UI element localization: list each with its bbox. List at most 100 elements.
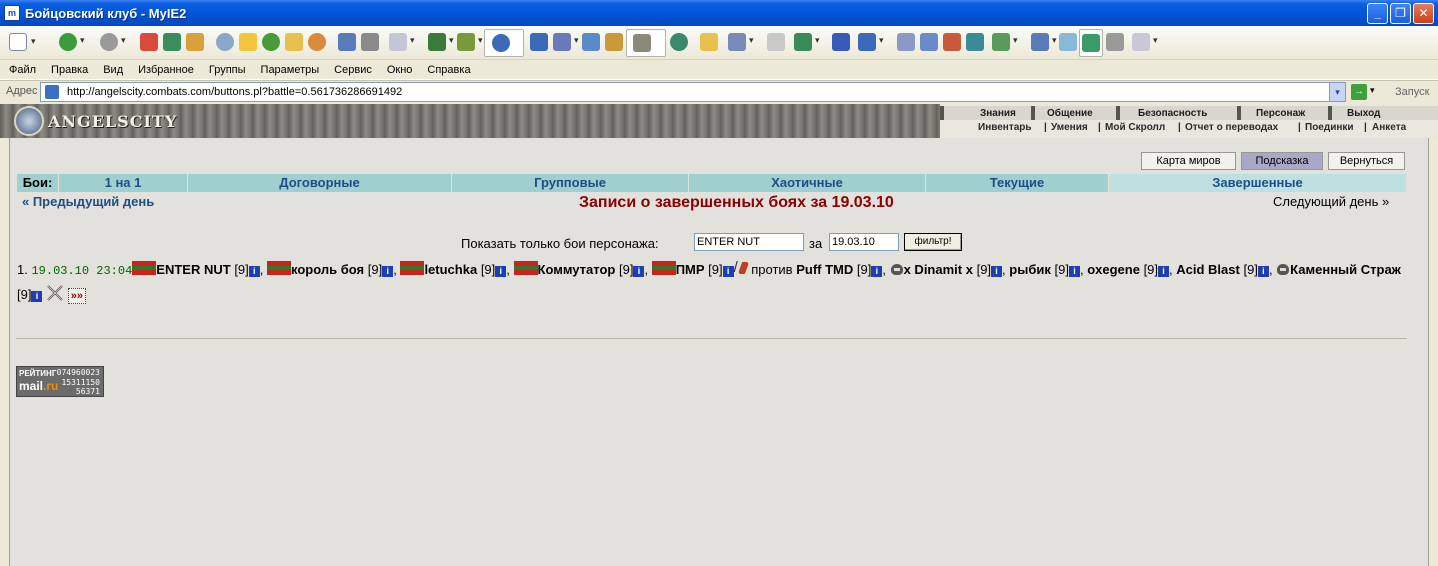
info-icon[interactable]: i: [1257, 266, 1269, 277]
info-icon[interactable]: i: [1068, 266, 1080, 277]
tab-chaotic[interactable]: Хаотичные: [689, 174, 926, 192]
player-name[interactable]: letuchka: [424, 262, 477, 277]
close-tab-icon[interactable]: [767, 33, 785, 51]
stop-icon[interactable]: [140, 33, 158, 51]
info-icon[interactable]: i: [382, 266, 394, 277]
menu-tools[interactable]: Сервис: [334, 64, 372, 76]
plugin-icon[interactable]: [457, 33, 483, 51]
go-button[interactable]: Запуск: [1395, 86, 1429, 98]
nav-character[interactable]: Персонаж: [1256, 108, 1305, 119]
address-url[interactable]: http://angelscity.combats.com/buttons.pl…: [67, 86, 402, 98]
next-day-link[interactable]: Следующий день »: [1273, 194, 1389, 209]
nav-my-scroll[interactable]: Мой Скролл: [1105, 122, 1165, 133]
new-page-icon[interactable]: [9, 33, 36, 51]
menu-window[interactable]: Окно: [387, 64, 413, 76]
go-dropdown-icon[interactable]: ▾: [1370, 85, 1375, 96]
restore-icon[interactable]: [966, 33, 984, 51]
clan-flag-icon[interactable]: [400, 261, 425, 275]
date-input[interactable]: [829, 233, 899, 251]
clan-flag-icon[interactable]: [651, 261, 676, 275]
info-icon[interactable]: i: [1158, 266, 1170, 277]
nav-inventory[interactable]: Инвентарь: [978, 122, 1032, 133]
nav-communication[interactable]: Общение: [1047, 108, 1093, 119]
player-name[interactable]: король боя: [291, 262, 364, 277]
minimize-button[interactable]: _: [1367, 3, 1388, 24]
nav-transfer-report[interactable]: Отчет о переводах: [1185, 122, 1278, 133]
image-icon[interactable]: [992, 33, 1018, 51]
delete-icon[interactable]: [943, 33, 961, 51]
info-icon[interactable]: i: [495, 266, 507, 277]
refresh-icon[interactable]: [163, 33, 181, 51]
player-name[interactable]: Коммутатор: [538, 262, 616, 277]
info-icon[interactable]: i: [722, 266, 734, 277]
zoom-icon[interactable]: [1059, 33, 1077, 51]
rating-counter[interactable]: РЕЙТИНГ mail.ru 074960023 15311150 56371: [16, 366, 104, 397]
save-icon[interactable]: [832, 33, 850, 51]
block-icon[interactable]: [633, 34, 651, 52]
player-name[interactable]: x Dinamit x: [904, 262, 973, 277]
battle-log-link[interactable]: »»: [67, 288, 86, 304]
tab-contract[interactable]: Договорные: [188, 174, 452, 192]
menu-edit[interactable]: Правка: [51, 64, 88, 76]
world-map-button[interactable]: Карта миров: [1141, 152, 1236, 170]
menu-help[interactable]: Справка: [427, 64, 470, 76]
copy-icon[interactable]: [897, 33, 915, 51]
player-name[interactable]: Puff TMD: [796, 262, 853, 277]
favorites-icon[interactable]: [239, 33, 257, 51]
info-icon[interactable]: i: [991, 266, 1003, 277]
player-name[interactable]: oxegene: [1087, 262, 1140, 277]
network-icon[interactable]: [670, 33, 688, 51]
back-button[interactable]: Вернуться: [1328, 152, 1405, 170]
nav-profile[interactable]: Анкета: [1372, 122, 1406, 133]
filter-button[interactable]: фильтр!: [904, 233, 962, 251]
menu-view[interactable]: Вид: [103, 64, 123, 76]
character-name-input[interactable]: [694, 233, 804, 251]
frame-icon[interactable]: [582, 33, 600, 51]
user-icon[interactable]: [308, 33, 326, 51]
history-icon[interactable]: [262, 33, 280, 51]
sync-icon[interactable]: [1082, 34, 1100, 52]
page-icon[interactable]: [338, 33, 356, 51]
edit-icon[interactable]: [920, 33, 938, 51]
layout-icon[interactable]: [728, 33, 754, 51]
tab-group[interactable]: Групповые: [452, 174, 689, 192]
demon-clan-icon[interactable]: [890, 261, 904, 276]
nav-security[interactable]: Безопасность: [1138, 108, 1207, 119]
tab-current[interactable]: Текущие: [926, 174, 1109, 192]
player-name[interactable]: Acid Blast: [1176, 262, 1240, 277]
info-icon[interactable]: i: [871, 266, 883, 277]
address-input[interactable]: http://angelscity.combats.com/buttons.pl…: [40, 82, 1346, 102]
tabs-icon[interactable]: [553, 33, 579, 51]
forward-icon[interactable]: [100, 33, 126, 51]
tab-finished[interactable]: Завершенные: [1109, 174, 1406, 192]
demon-clan-icon[interactable]: [1276, 261, 1290, 276]
player-name[interactable]: рыбик: [1009, 262, 1051, 277]
info-icon[interactable]: i: [248, 266, 260, 277]
search-icon[interactable]: [216, 33, 234, 51]
printer-icon[interactable]: [1106, 33, 1124, 51]
nav-knowledge[interactable]: Знания: [980, 108, 1016, 119]
go-arrow-icon[interactable]: →: [1351, 84, 1367, 100]
print-icon[interactable]: [361, 33, 379, 51]
split-icon[interactable]: [794, 33, 820, 51]
calendar-icon[interactable]: [1031, 33, 1057, 51]
tab-one-on-one[interactable]: 1 на 1: [59, 174, 188, 192]
globe-icon[interactable]: [492, 34, 510, 52]
previous-day-link[interactable]: « Предыдущий день: [22, 194, 154, 209]
clan-flag-icon[interactable]: [132, 261, 157, 275]
mail-icon[interactable]: [389, 33, 415, 51]
window-icon[interactable]: [530, 33, 548, 51]
info-icon[interactable]: i: [31, 291, 43, 302]
nav-fights[interactable]: Поединки: [1305, 122, 1354, 133]
folder-icon[interactable]: [285, 33, 303, 51]
player-name[interactable]: Каменный Страж: [1290, 262, 1401, 277]
close-button[interactable]: ✕: [1413, 3, 1434, 24]
nav-exit[interactable]: Выход: [1347, 108, 1380, 119]
nav-skills[interactable]: Умения: [1051, 122, 1088, 133]
clan-flag-icon[interactable]: [267, 261, 292, 275]
clan-flag-icon[interactable]: [513, 261, 538, 275]
hint-button[interactable]: Подсказка: [1241, 152, 1323, 170]
chevron-down-icon[interactable]: ▾: [1329, 83, 1345, 101]
player-name[interactable]: ПМР: [676, 262, 705, 277]
maximize-button[interactable]: ❐: [1390, 3, 1411, 24]
